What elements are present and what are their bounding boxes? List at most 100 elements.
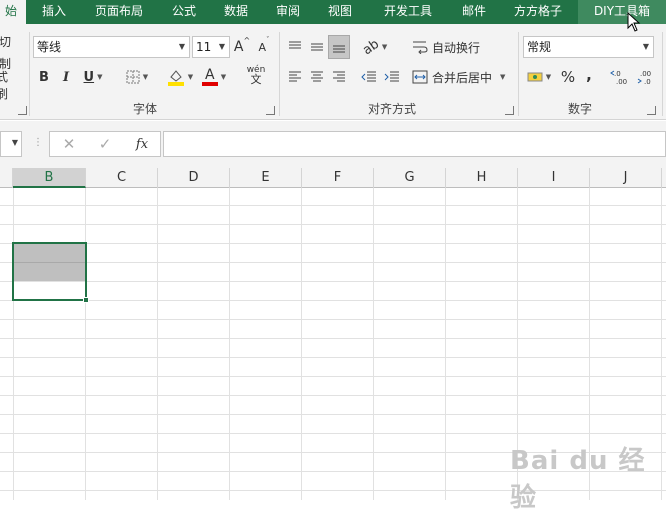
ribbon-home: 切 制 式刷 等线 ▼ 11 ▼ A ^ Aˇ B I U ▼ ▼ ▼ A ▼ wé…	[0, 24, 666, 120]
alignment-launcher-icon[interactable]	[505, 106, 514, 115]
font-size-value: 11	[196, 40, 212, 54]
font-group-label: 字体	[132, 102, 157, 116]
confirm-entry-button[interactable]: ✓	[94, 131, 116, 157]
grow-font-icon: A	[233, 39, 244, 55]
merge-center-label: 合并后居中	[432, 70, 493, 85]
middle-align-button[interactable]	[307, 36, 327, 58]
cut-button[interactable]: 切	[0, 30, 12, 52]
align-top-icon	[289, 41, 301, 49]
chevron-down-icon: ▼	[11, 138, 18, 147]
italic-button[interactable]: I	[58, 66, 74, 88]
column-header-f[interactable]: F	[302, 168, 374, 188]
cancel-entry-button[interactable]: ✕	[58, 131, 80, 157]
underline-icon: U	[83, 69, 95, 85]
fill-handle[interactable]	[83, 297, 89, 303]
tab-formulas[interactable]: 公式	[162, 0, 206, 24]
group-divider	[518, 32, 519, 116]
chevron-down-icon: ▼	[500, 73, 506, 81]
formula-bar-splitter-icon[interactable]: ⋮	[33, 137, 43, 148]
decrease-indent-button[interactable]	[359, 66, 379, 88]
underline-button[interactable]: U ▼	[80, 66, 106, 88]
bold-icon: B	[39, 69, 49, 85]
insert-function-button[interactable]: fx	[130, 131, 154, 157]
comma-style-button[interactable]: ,	[582, 64, 596, 86]
clipboard-launcher-icon[interactable]	[18, 106, 27, 115]
row-header-corner[interactable]	[0, 168, 13, 188]
shrink-font-button[interactable]: Aˇ	[256, 36, 272, 58]
tab-data[interactable]: 数据	[214, 0, 258, 24]
phonetic-guide-button[interactable]: wén 文	[242, 64, 270, 86]
caret-down-icon: ˇ	[266, 36, 270, 44]
font-launcher-icon[interactable]	[266, 106, 275, 115]
name-box[interactable]: ▼	[0, 131, 22, 157]
column-header-h[interactable]: H	[446, 168, 518, 188]
comma-icon: ,	[586, 66, 592, 84]
number-format-combo[interactable]: 常规 ▼	[523, 36, 654, 58]
number-launcher-icon[interactable]	[647, 106, 656, 115]
column-header-j[interactable]: J	[590, 168, 662, 188]
check-icon: ✓	[98, 135, 112, 153]
baidu-watermark: Bai du 经验	[510, 446, 646, 513]
tab-developer[interactable]: 开发工具	[376, 0, 440, 24]
cut-label: 切	[0, 34, 11, 49]
italic-icon: I	[62, 69, 70, 85]
group-divider	[662, 32, 663, 116]
align-center-button[interactable]	[307, 66, 327, 88]
align-left-button[interactable]	[285, 66, 305, 88]
group-divider	[29, 32, 30, 116]
top-align-button[interactable]	[285, 36, 305, 58]
column-header-d[interactable]: D	[158, 168, 230, 188]
font-size-combo[interactable]: 11 ▼	[192, 36, 230, 58]
decrease-decimal-button[interactable]: .00.0	[636, 66, 658, 88]
increase-decimal-button[interactable]: .0.00	[609, 66, 631, 88]
column-header-b[interactable]: B	[13, 168, 86, 188]
tab-fangfang-gezi[interactable]: 方方格子	[506, 0, 570, 24]
font-color-button[interactable]: A ▼	[198, 66, 230, 88]
function-icon: fx	[135, 136, 149, 152]
increase-indent-button[interactable]	[382, 66, 402, 88]
column-header-c[interactable]: C	[86, 168, 158, 188]
wrap-text-button[interactable]: 自动换行	[412, 36, 486, 58]
bottom-align-button[interactable]	[328, 35, 350, 59]
font-name-value: 等线	[37, 40, 62, 54]
shrink-font-icon: A	[258, 40, 267, 54]
tab-diy-toolbox[interactable]: DIY工具箱	[578, 0, 666, 24]
column-header-e[interactable]: E	[230, 168, 302, 188]
grow-font-button[interactable]: A ^	[234, 36, 250, 58]
formula-input[interactable]	[163, 131, 666, 157]
chevron-down-icon: ▼	[220, 73, 227, 81]
cell-selection-range[interactable]	[12, 242, 87, 301]
borders-button[interactable]: ▼	[122, 66, 152, 88]
chevron-down-icon: ▼	[642, 42, 649, 51]
tab-view[interactable]: 视图	[318, 0, 362, 24]
format-painter-button[interactable]: 式刷	[0, 70, 18, 101]
chevron-down-icon: ▼	[178, 42, 185, 51]
orientation-button[interactable]: ab ▼	[360, 36, 390, 58]
align-left-icon	[289, 71, 301, 82]
percent-icon: %	[560, 68, 576, 86]
tab-insert[interactable]: 插入	[32, 0, 76, 24]
number-group-label: 数字	[567, 102, 592, 116]
alignment-group-label: 对齐方式	[367, 102, 416, 116]
tab-review[interactable]: 审阅	[266, 0, 310, 24]
tab-home[interactable]: 始	[0, 0, 26, 24]
format-painter-label: 式刷	[0, 70, 9, 101]
merge-center-button[interactable]: 合并后居中 ▼	[412, 66, 512, 88]
column-header-i[interactable]: I	[518, 168, 590, 188]
align-middle-icon	[311, 43, 323, 51]
align-right-button[interactable]	[329, 66, 349, 88]
tab-page-layout[interactable]: 页面布局	[84, 0, 154, 24]
column-headers: B C D E F G H I J	[0, 168, 666, 188]
tab-mailings[interactable]: 邮件	[452, 0, 496, 24]
align-bottom-icon	[333, 45, 345, 53]
formula-bar: ▼ ⋮ ✕ ✓ fx	[0, 121, 666, 168]
font-name-combo[interactable]: 等线 ▼	[33, 36, 190, 58]
fill-color-button[interactable]: ▼	[165, 66, 195, 88]
column-header-g[interactable]: G	[374, 168, 446, 188]
percent-style-button[interactable]: %	[559, 66, 577, 88]
bold-button[interactable]: B	[36, 66, 52, 88]
chevron-down-icon: ▼	[97, 73, 103, 81]
caret-up-icon: ^	[243, 36, 251, 45]
accounting-format-button[interactable]: ▼	[524, 66, 554, 88]
wrap-text-label: 自动换行	[432, 40, 481, 55]
